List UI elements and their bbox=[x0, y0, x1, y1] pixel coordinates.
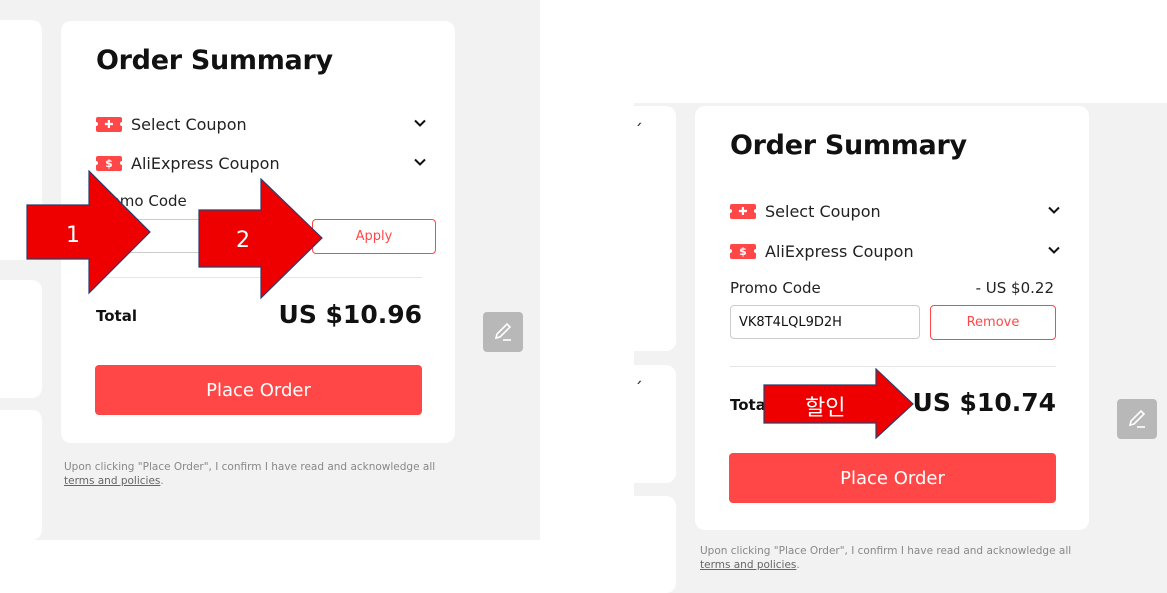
aliexpress-coupon-label: AliExpress Coupon bbox=[765, 241, 914, 261]
edit-button[interactable] bbox=[483, 312, 523, 352]
terms-suffix: . bbox=[160, 475, 164, 487]
terms-suffix: . bbox=[796, 559, 800, 571]
aliexpress-coupon-label: AliExpress Coupon bbox=[131, 153, 280, 173]
promo-discount: - US $0.22 bbox=[975, 279, 1054, 297]
pencil-icon bbox=[494, 322, 512, 341]
coupon-ticket-icon: ✚ bbox=[94, 116, 124, 132]
total-amount: US $10.74 bbox=[912, 388, 1056, 417]
chevron-down-icon[interactable] bbox=[412, 154, 428, 170]
order-summary-title: Order Summary bbox=[730, 130, 967, 161]
annotation-arrow-1 bbox=[26, 170, 151, 295]
select-coupon-row[interactable]: ✚ Select Coupon bbox=[94, 113, 428, 135]
order-summary-card: Order Summary ✚ Select Coupon $ AliExpre… bbox=[695, 106, 1089, 530]
apply-button[interactable]: Apply bbox=[312, 219, 436, 254]
terms-link[interactable]: terms and policies bbox=[64, 475, 160, 487]
partial-chevron: ˊ bbox=[634, 121, 643, 142]
dollar-ticket-icon: $ bbox=[728, 243, 758, 259]
disclaimer: Upon clicking "Place Order", I confirm I… bbox=[700, 544, 1100, 572]
total-amount: US $10.96 bbox=[278, 300, 422, 329]
promo-code-label: Promo Code bbox=[730, 279, 821, 297]
dollar-ticket-icon: $ bbox=[94, 155, 124, 171]
terms-link[interactable]: terms and policies bbox=[700, 559, 796, 571]
side-card bbox=[634, 106, 676, 351]
chevron-down-icon[interactable] bbox=[1046, 242, 1062, 258]
side-card bbox=[0, 280, 42, 398]
pencil-icon bbox=[1128, 409, 1146, 428]
disclaimer-text: Upon clicking "Place Order", I confirm I… bbox=[700, 545, 1072, 557]
select-coupon-label: Select Coupon bbox=[765, 201, 881, 221]
annotation-label-3: 할인 bbox=[805, 396, 846, 421]
coupon-ticket-icon: ✚ bbox=[728, 203, 758, 219]
place-order-button[interactable]: Place Order bbox=[95, 365, 422, 415]
total-label: Total bbox=[96, 307, 137, 325]
order-summary-title: Order Summary bbox=[96, 45, 333, 76]
annotation-label-1: 1 bbox=[66, 223, 80, 248]
disclaimer: Upon clicking "Place Order", I confirm I… bbox=[64, 460, 464, 488]
select-coupon-row[interactable]: ✚ Select Coupon bbox=[728, 200, 1062, 222]
select-coupon-label: Select Coupon bbox=[131, 114, 247, 134]
right-screenshot: ˊ ˊ Order Summary ✚ Select Coupon $ AliE… bbox=[634, 103, 1167, 593]
place-order-button[interactable]: Place Order bbox=[729, 453, 1056, 503]
chevron-down-icon[interactable] bbox=[412, 115, 428, 131]
edit-button[interactable] bbox=[1117, 399, 1157, 439]
promo-code-input[interactable] bbox=[730, 305, 920, 339]
chevron-down-icon[interactable] bbox=[1046, 202, 1062, 218]
partial-chevron: ˊ bbox=[634, 379, 643, 400]
side-card bbox=[634, 496, 676, 593]
side-card bbox=[0, 410, 42, 540]
annotation-label-2: 2 bbox=[236, 228, 250, 253]
remove-button[interactable]: Remove bbox=[930, 305, 1056, 340]
disclaimer-text: Upon clicking "Place Order", I confirm I… bbox=[64, 461, 436, 473]
divider bbox=[730, 366, 1056, 367]
annotation-arrow-2 bbox=[198, 178, 323, 300]
aliexpress-coupon-row[interactable]: $ AliExpress Coupon bbox=[728, 240, 1062, 262]
